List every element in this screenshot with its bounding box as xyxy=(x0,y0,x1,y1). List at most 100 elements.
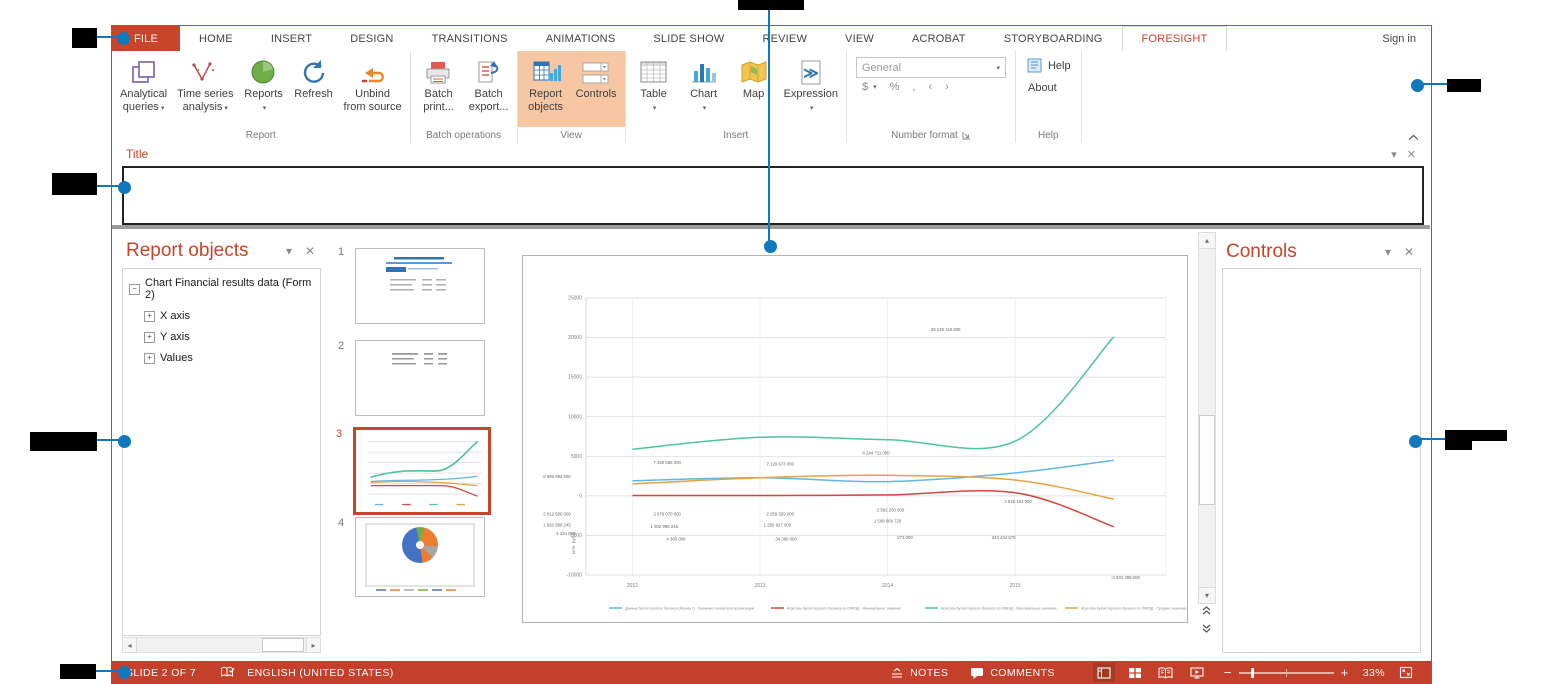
callout-dot xyxy=(117,32,130,45)
comments-button[interactable]: COMMENTS xyxy=(970,667,1054,679)
ribbon-button-batch-export[interactable]: Batchexport... xyxy=(464,53,514,114)
dropdown-arrow-icon: ▾ xyxy=(703,105,707,112)
hscroll-thumb[interactable] xyxy=(262,638,304,652)
hscroll-left-button[interactable]: ◂ xyxy=(122,637,137,653)
tab-review[interactable]: REVIEW xyxy=(743,26,826,51)
callout-line xyxy=(1421,83,1447,85)
ribbon-button-map[interactable]: Map xyxy=(729,53,779,101)
expand-node-icon[interactable]: + xyxy=(144,353,155,364)
line-chart: 2500020000150001000050000-5000-100002012… xyxy=(523,256,1187,622)
slide-sorter-view-button[interactable] xyxy=(1124,663,1146,682)
ribbon-button-reports[interactable]: Reports▾ xyxy=(239,53,289,114)
tree-node-values[interactable]: +Values xyxy=(144,352,314,364)
ribbon-button-expression[interactable]: ≫Expression▾ xyxy=(779,53,843,114)
vscroll-down-button[interactable]: ▾ xyxy=(1198,587,1216,604)
slide-thumbnail-4[interactable] xyxy=(355,517,485,597)
svg-text:Агрегаты бухгалтерского баланс: Агрегаты бухгалтерского баланса по ОКВЭД… xyxy=(1081,607,1187,611)
zoom-percentage[interactable]: 33% xyxy=(1363,667,1385,679)
help-button[interactable]: Help xyxy=(1026,57,1071,74)
vscroll-thumb[interactable] xyxy=(1199,415,1215,505)
svg-text:Данные бухгалтерского баланса: Данные бухгалтерского баланса (Форма 1) … xyxy=(625,607,754,611)
report-objects-close-icon[interactable]: ✕ xyxy=(305,244,315,258)
ribbon-button-report-objects[interactable]: Reportobjects xyxy=(521,53,571,114)
ribbon-button-analytical-queries[interactable]: Analyticalqueries▾ xyxy=(115,53,172,114)
svg-text:2015: 2015 xyxy=(1010,583,1021,589)
redaction-box xyxy=(30,432,97,451)
slide-canvas[interactable]: 2500020000150001000050000-5000-100002012… xyxy=(522,255,1188,623)
next-slide-button[interactable] xyxy=(1198,622,1214,635)
slide-show-icon xyxy=(1190,667,1204,679)
about-button[interactable]: About xyxy=(1026,82,1057,94)
tab-slide-show[interactable]: SLIDE SHOW xyxy=(634,26,743,51)
decrease-decimal-button[interactable]: ‹ xyxy=(928,81,932,93)
report-objects-icon xyxy=(530,57,562,87)
controls-pane-menu-icon[interactable]: ▾ xyxy=(1385,245,1391,259)
collapse-node-icon[interactable]: − xyxy=(129,284,140,295)
tab-storyboarding[interactable]: STORYBOARDING xyxy=(985,26,1122,51)
tab-animations[interactable]: ANIMATIONS xyxy=(527,26,635,51)
dialog-launcher-icon[interactable] xyxy=(962,131,971,140)
hscroll-right-button[interactable]: ▸ xyxy=(306,637,321,653)
tree-node-x-axis[interactable]: +X axis xyxy=(144,310,314,322)
tab-acrobat[interactable]: ACROBAT xyxy=(893,26,985,51)
ribbon-button-time-series-analysis[interactable]: Time seriesanalysis▾ xyxy=(172,53,238,114)
spell-check-button[interactable] xyxy=(220,666,235,679)
title-pane-header: Title ▾ ✕ xyxy=(112,143,1430,165)
tab-transitions[interactable]: TRANSITIONS xyxy=(413,26,527,51)
title-pane-menu-icon[interactable]: ▾ xyxy=(1391,148,1397,161)
comma-format-button[interactable]: , xyxy=(912,81,915,93)
title-text-box[interactable] xyxy=(122,166,1424,225)
collapse-ribbon-button[interactable] xyxy=(1408,128,1419,146)
ribbon-button-refresh[interactable]: Refresh xyxy=(289,53,339,101)
reading-view-button[interactable] xyxy=(1155,663,1177,682)
language-indicator[interactable]: ENGLISH (UNITED STATES) xyxy=(247,667,394,679)
chart-icon xyxy=(688,57,720,87)
controls-icon xyxy=(580,57,612,87)
slide-thumbnail-1[interactable] xyxy=(355,248,485,324)
slide-thumbnail-2[interactable] xyxy=(355,340,485,416)
redaction-box xyxy=(72,28,97,48)
ribbon-button-chart[interactable]: Chart▾ xyxy=(679,53,729,114)
tab-home[interactable]: HOME xyxy=(180,26,252,51)
zoom-slider[interactable] xyxy=(1239,672,1334,674)
fit-slide-to-window-button[interactable] xyxy=(1399,666,1413,679)
tree-node-root[interactable]: −Chart Financial results data (Form 2) xyxy=(129,277,314,301)
ribbon-group-report: Analyticalqueries▾Time seriesanalysis▾Re… xyxy=(112,51,411,143)
dropdown-arrow-icon: ▾ xyxy=(653,105,657,112)
slide-number-indicator[interactable]: SLIDE 2 OF 7 xyxy=(126,667,196,679)
tab-view[interactable]: VIEW xyxy=(826,26,893,51)
ribbon-button-controls[interactable]: Controls xyxy=(571,53,622,101)
zoom-slider-thumb[interactable] xyxy=(1251,668,1254,678)
expand-node-icon[interactable]: + xyxy=(144,332,155,343)
ribbon-button-batch-print[interactable]: Batchprint... xyxy=(414,53,464,114)
zoom-out-button[interactable]: − xyxy=(1224,665,1232,680)
callout-dot xyxy=(1409,435,1422,448)
normal-view-button[interactable] xyxy=(1093,663,1115,682)
title-pane-close-icon[interactable]: ✕ xyxy=(1407,148,1416,161)
previous-slide-button[interactable] xyxy=(1198,604,1214,617)
tab-design[interactable]: DESIGN xyxy=(331,26,412,51)
slide-thumbnail-3[interactable] xyxy=(353,427,491,515)
sign-in-link[interactable]: Sign in xyxy=(1382,26,1430,51)
group-label-number-format: Number format xyxy=(847,127,1015,143)
donut-chart-preview xyxy=(402,527,438,563)
percent-format-button[interactable]: % xyxy=(890,81,900,93)
ribbon-group-insert: Table▾Chart▾Map≫Expression▾Insert xyxy=(626,51,847,143)
tab-foresight[interactable]: FORESIGHT xyxy=(1122,26,1228,52)
increase-decimal-button[interactable]: › xyxy=(945,81,949,93)
ribbon-button-table[interactable]: Table▾ xyxy=(629,53,679,114)
controls-pane-close-icon[interactable]: ✕ xyxy=(1404,245,1414,259)
svg-text:2014: 2014 xyxy=(882,583,893,589)
slide-show-button[interactable] xyxy=(1186,663,1208,682)
report-objects-menu-icon[interactable]: ▾ xyxy=(286,244,292,258)
expand-node-icon[interactable]: + xyxy=(144,311,155,322)
tree-node-y-axis[interactable]: +Y axis xyxy=(144,331,314,343)
notes-button[interactable]: NOTES xyxy=(890,667,948,679)
currency-format-button[interactable]: $ xyxy=(862,81,868,93)
number-format-combobox[interactable]: General▾ xyxy=(856,57,1006,78)
tab-insert[interactable]: INSERT xyxy=(252,26,331,51)
ribbon-button-unbind-from-source[interactable]: Unbindfrom source xyxy=(339,53,407,114)
zoom-in-button[interactable]: + xyxy=(1341,665,1349,680)
notes-icon xyxy=(890,667,904,679)
vscroll-up-button[interactable]: ▴ xyxy=(1198,232,1216,249)
